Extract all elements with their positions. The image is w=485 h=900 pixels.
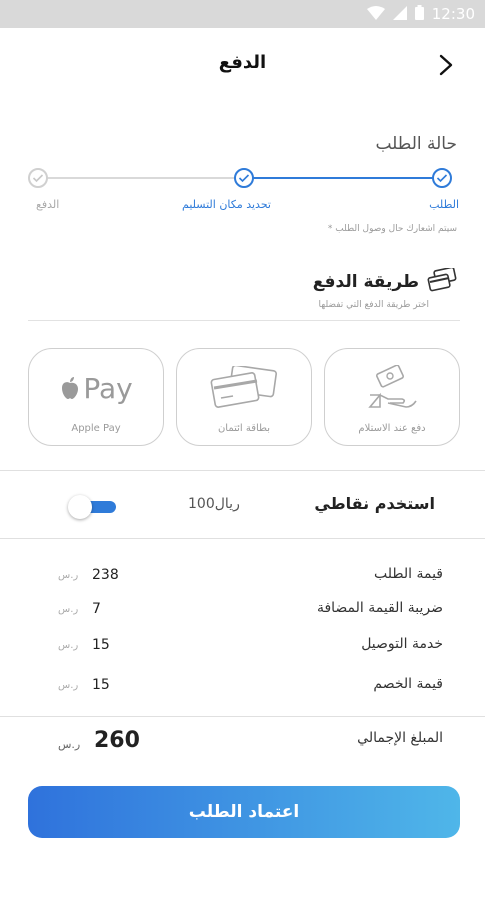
summary-label: قيمة الخصم bbox=[373, 676, 443, 692]
currency-label: ر.س bbox=[58, 640, 79, 651]
currency-label: ر.س bbox=[58, 604, 79, 615]
credit-card-icon bbox=[177, 363, 311, 413]
summary-row-order-value: قيمة الطلب 238 ر.س bbox=[0, 564, 485, 590]
page-title: الدفع bbox=[218, 52, 267, 73]
signal-icon bbox=[392, 5, 407, 24]
payment-methods: Pay Apple Pay بطاقة ائتمان دفع عند الاست… bbox=[28, 348, 460, 448]
summary-value: 7 bbox=[92, 601, 101, 617]
pay-method-label: Apple Pay bbox=[71, 423, 121, 434]
status-icons: 12:30 bbox=[366, 4, 475, 24]
points-value: 100ريال bbox=[188, 496, 240, 512]
status-time: 12:30 bbox=[431, 5, 475, 23]
summary-value: 15 bbox=[92, 637, 110, 653]
step-label-order: الطلب bbox=[429, 198, 459, 211]
total-value: 260 bbox=[94, 728, 140, 753]
step-line-pending bbox=[46, 177, 242, 179]
payment-divider bbox=[28, 320, 460, 321]
total-label: المبلغ الإجمالي bbox=[357, 730, 443, 746]
credit-cards-icon bbox=[427, 266, 457, 296]
wifi-icon bbox=[366, 5, 385, 24]
status-bar: 12:30 bbox=[0, 0, 485, 28]
apple-pay-mark-text: Pay bbox=[83, 371, 133, 405]
battery-icon bbox=[414, 4, 424, 24]
toggle-knob bbox=[68, 495, 92, 519]
currency-label: ر.س bbox=[58, 680, 79, 691]
check-icon bbox=[436, 174, 448, 183]
summary-label: خدمة التوصيل bbox=[361, 636, 443, 652]
payment-subtitle: اختر طريقة الدفع التي تفضلها bbox=[318, 300, 429, 310]
check-icon bbox=[32, 174, 44, 183]
step-label-delivery-location: تحديد مكان التسليم bbox=[182, 198, 271, 211]
section-divider bbox=[0, 538, 485, 539]
currency-label: ر.س bbox=[58, 738, 81, 751]
summary-label: قيمة الطلب bbox=[374, 566, 443, 582]
total-row: المبلغ الإجمالي 260 ر.س bbox=[0, 728, 485, 762]
summary-row-discount: قيمة الخصم 15 ر.س bbox=[0, 674, 485, 700]
pay-method-apple-pay[interactable]: Pay Apple Pay bbox=[28, 348, 164, 446]
pay-method-label: بطاقة ائتمان bbox=[217, 423, 271, 434]
summary-row-vat: ضريبة القيمة المضافة 7 ر.س bbox=[0, 598, 485, 624]
section-divider bbox=[0, 716, 485, 717]
section-divider bbox=[0, 470, 485, 471]
order-status-note: * سيتم اشعارك حال وصول الطلب bbox=[327, 224, 457, 234]
apple-pay-icon: Pay bbox=[29, 363, 163, 413]
check-icon bbox=[238, 174, 250, 183]
order-status-title: حالة الطلب bbox=[375, 134, 457, 154]
summary-label: ضريبة القيمة المضافة bbox=[316, 600, 443, 616]
header: الدفع bbox=[0, 40, 485, 90]
back-button[interactable] bbox=[431, 50, 461, 80]
cash-hand-icon bbox=[325, 363, 459, 413]
step-label-payment: الدفع bbox=[36, 198, 60, 211]
confirm-order-button[interactable]: اعتماد الطلب bbox=[28, 786, 460, 838]
summary-value: 15 bbox=[92, 677, 110, 693]
payment-header: طريقة الدفع bbox=[312, 266, 457, 296]
step-dot-order bbox=[432, 168, 452, 188]
pay-method-cash-on-delivery[interactable]: دفع عند الاستلام bbox=[324, 348, 460, 446]
use-points-toggle[interactable] bbox=[68, 495, 118, 519]
summary-row-delivery: خدمة التوصيل 15 ر.س bbox=[0, 634, 485, 660]
use-points-row: استخدم نقاطي 100ريال bbox=[0, 486, 485, 526]
use-points-label: استخدم نقاطي bbox=[314, 494, 435, 513]
step-dot-delivery-location bbox=[234, 168, 254, 188]
pay-method-label: دفع عند الاستلام bbox=[358, 423, 426, 434]
order-stepper bbox=[28, 166, 460, 190]
apple-icon bbox=[62, 377, 79, 399]
pay-method-credit-card[interactable]: بطاقة ائتمان bbox=[176, 348, 312, 446]
summary-value: 238 bbox=[92, 567, 119, 583]
currency-label: ر.س bbox=[58, 570, 79, 581]
step-dot-payment bbox=[28, 168, 48, 188]
chevron-right-icon bbox=[439, 54, 453, 76]
payment-title: طريقة الدفع bbox=[312, 272, 419, 292]
step-line-done bbox=[242, 177, 442, 179]
